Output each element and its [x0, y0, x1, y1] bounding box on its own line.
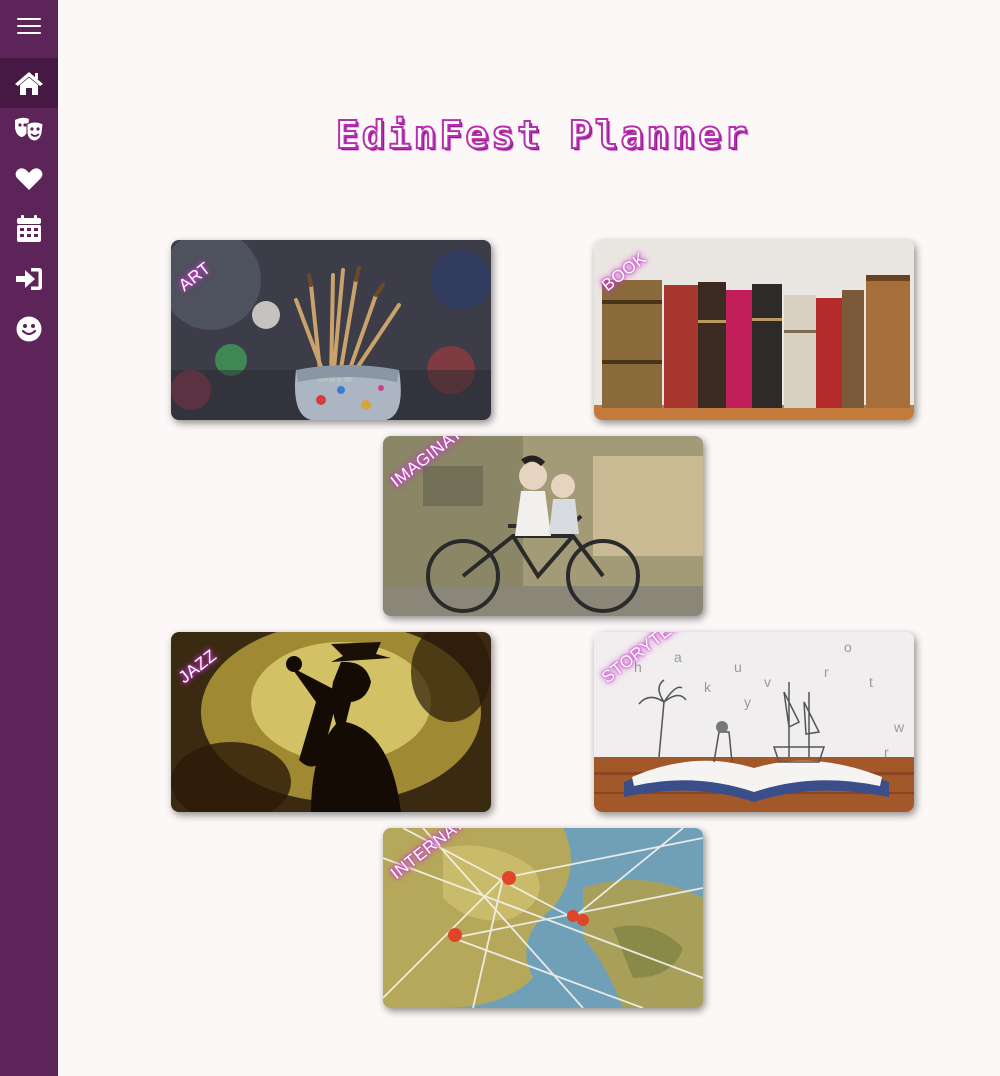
- category-card-international[interactable]: INTERNATIONAL: [383, 828, 703, 1008]
- category-card-storytelling[interactable]: hau kyo twr rv STORYTELLING: [594, 632, 914, 812]
- nav-profile[interactable]: [0, 304, 58, 354]
- svg-text:a: a: [674, 649, 682, 665]
- svg-text:v: v: [764, 674, 771, 690]
- heart-icon: [15, 167, 43, 191]
- category-card-book[interactable]: BOOK: [594, 240, 914, 420]
- menu-icon: [17, 16, 41, 36]
- home-icon: [14, 70, 44, 96]
- smile-icon: [16, 316, 42, 342]
- nav-calendar[interactable]: [0, 204, 58, 254]
- svg-text:t: t: [869, 674, 873, 690]
- svg-text:y: y: [744, 694, 751, 710]
- svg-text:k: k: [704, 679, 712, 695]
- nav-favourites[interactable]: [0, 154, 58, 204]
- sign-in-icon: [15, 267, 43, 291]
- category-card-imaginate[interactable]: IMAGINATE: [383, 436, 703, 616]
- page-title: EdinFest Planner: [335, 112, 751, 158]
- art-image: [171, 240, 491, 420]
- calendar-icon: [16, 215, 42, 243]
- svg-text:u: u: [734, 659, 742, 675]
- main-content: EdinFest Planner ART BOOK IMAGINATE JAZZ…: [58, 0, 1000, 1076]
- svg-text:w: w: [893, 719, 905, 735]
- theater-masks-icon: [13, 116, 45, 142]
- nav-shows[interactable]: [0, 104, 58, 154]
- sidebar: [0, 0, 58, 1076]
- nav-sign-in[interactable]: [0, 254, 58, 304]
- svg-text:r: r: [824, 664, 829, 680]
- category-card-art[interactable]: ART: [171, 240, 491, 420]
- menu-toggle-button[interactable]: [0, 1, 58, 51]
- category-card-jazz[interactable]: JAZZ: [171, 632, 491, 812]
- svg-text:o: o: [844, 639, 852, 655]
- nav-home[interactable]: [0, 58, 58, 108]
- svg-text:r: r: [884, 744, 889, 760]
